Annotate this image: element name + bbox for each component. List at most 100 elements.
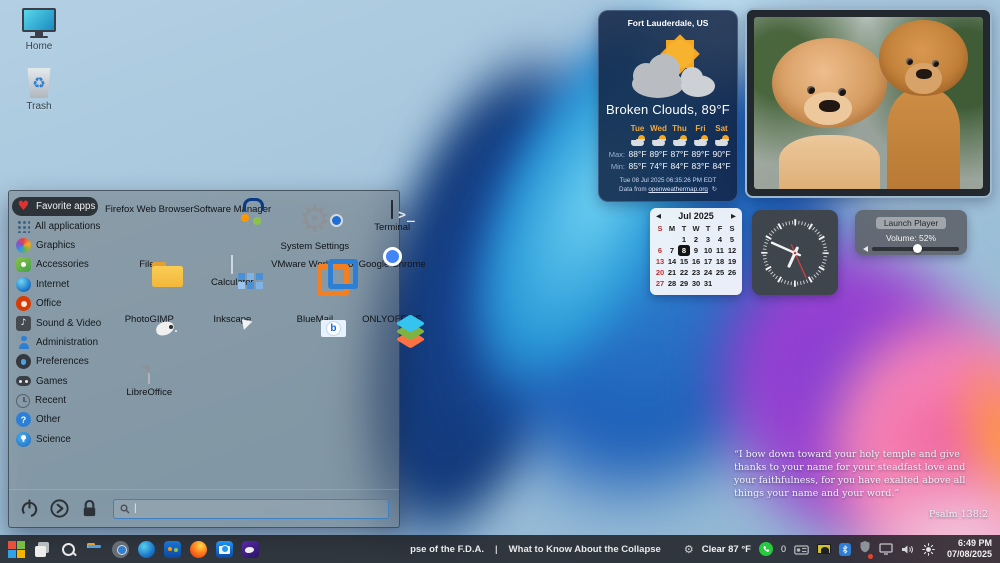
category-science[interactable]: Science: [12, 430, 98, 449]
app-libreoffice[interactable]: LibreOffice: [105, 365, 194, 421]
app-calculator[interactable]: Calculator: [194, 255, 272, 311]
question-icon: ?: [16, 412, 31, 428]
calendar-day[interactable]: [714, 278, 726, 289]
firefox-taskbar-icon[interactable]: [190, 540, 207, 558]
app-onlyoffice[interactable]: ONLYOFFICE: [359, 311, 426, 366]
category-recent[interactable]: Recent: [12, 391, 98, 410]
office-icon: [16, 296, 31, 312]
brightness-icon[interactable]: [922, 542, 935, 556]
news-ticker[interactable]: pse of the F.D.A. | What to Know About t…: [410, 544, 661, 555]
gamepad-icon: [16, 376, 31, 387]
app-bluemail[interactable]: b BlueMail: [271, 311, 358, 366]
calendar-day[interactable]: 16: [690, 256, 702, 267]
category-games[interactable]: Games: [12, 372, 98, 391]
inkscape-taskbar-icon[interactable]: [268, 541, 285, 558]
calendar-day[interactable]: 27: [654, 278, 666, 289]
radio-icon[interactable]: [794, 544, 809, 555]
calendar-day[interactable]: [666, 234, 678, 245]
calendar-day[interactable]: 4: [714, 234, 726, 245]
desktop-icon-trash[interactable]: ♻ Trash: [12, 68, 66, 112]
category-sound-video[interactable]: ♪ Sound & Video: [12, 313, 101, 332]
app-firefox[interactable]: Firefox Web Browser: [105, 201, 194, 256]
calendar-day[interactable]: 11: [714, 245, 726, 256]
calendar-day[interactable]: 28: [666, 278, 678, 289]
calendar-day[interactable]: 5: [726, 234, 738, 245]
volume-slider-thumb[interactable]: [913, 244, 923, 253]
category-administration[interactable]: Administration: [12, 333, 98, 352]
edge-taskbar-icon[interactable]: [138, 540, 155, 558]
restart-button[interactable]: [49, 498, 70, 519]
app-software-manager[interactable]: Software Manager: [194, 201, 272, 256]
volume-icon[interactable]: [901, 544, 914, 555]
calendar-day[interactable]: 2: [690, 234, 702, 245]
calendar-day[interactable]: 26: [726, 267, 738, 278]
refresh-icon[interactable]: ↻: [712, 186, 717, 193]
category-graphics[interactable]: Graphics: [12, 236, 98, 255]
app-vmware[interactable]: VMware Workstation: [271, 256, 358, 311]
settings-taskbar-icon[interactable]: [112, 540, 129, 558]
category-preferences[interactable]: Preferences: [12, 352, 98, 371]
desktop-icon-home[interactable]: Home: [12, 8, 66, 52]
app-inkscape[interactable]: Inkscape: [194, 311, 272, 366]
calendar-day[interactable]: 17: [702, 256, 714, 267]
window-list-icon[interactable]: [34, 541, 51, 558]
category-internet[interactable]: Internet: [12, 275, 98, 294]
photogimp-taskbar-icon[interactable]: [242, 540, 259, 558]
search-icon[interactable]: [60, 541, 77, 558]
calendar-day[interactable]: 31: [702, 278, 714, 289]
category-other[interactable]: ? Other: [12, 410, 98, 429]
calendar-day[interactable]: 14: [666, 256, 678, 267]
software-manager-taskbar-icon[interactable]: [164, 540, 181, 558]
calendar-day[interactable]: [654, 234, 666, 245]
calendar-day[interactable]: 12: [726, 245, 738, 256]
files-taskbar-icon[interactable]: [86, 541, 103, 558]
calendar-day[interactable]: 3: [702, 234, 714, 245]
security-shield-icon[interactable]: [859, 540, 873, 559]
volume-slider[interactable]: [872, 244, 959, 253]
lock-button[interactable]: [79, 498, 100, 519]
calendar-day[interactable]: 7: [666, 245, 678, 256]
calendar-day[interactable]: 13: [654, 256, 666, 267]
calendar-day[interactable]: 30: [690, 278, 702, 289]
calendar-day[interactable]: 20: [654, 267, 666, 278]
calendar-day[interactable]: 18: [714, 256, 726, 267]
calendar-day[interactable]: 1: [678, 234, 690, 245]
calendar-day[interactable]: [726, 278, 738, 289]
calendar-day[interactable]: 29: [678, 278, 690, 289]
calendar-day[interactable]: 19: [726, 256, 738, 267]
app-photogimp[interactable]: PhotoGIMP: [105, 311, 194, 366]
calendar-day[interactable]: 23: [690, 267, 702, 278]
app-chrome[interactable]: Google Chrome: [359, 256, 426, 311]
menu-search-input[interactable]: |: [113, 498, 389, 519]
bluemail-taskbar-icon[interactable]: [216, 540, 233, 558]
category-all-applications[interactable]: All applications: [12, 216, 100, 235]
weather-source-link[interactable]: openweathermap.org: [648, 186, 708, 193]
calendar-day[interactable]: 15: [678, 256, 690, 267]
category-office[interactable]: Office: [12, 294, 98, 313]
calendar-day[interactable]: 6: [654, 245, 666, 256]
calendar-day[interactable]: 10: [702, 245, 714, 256]
calendar-day[interactable]: 21: [666, 267, 678, 278]
app-files[interactable]: Files: [105, 256, 194, 311]
app-system-settings[interactable]: ⚙ System Settings: [271, 201, 358, 256]
tray-weather-status[interactable]: Clear 87 °F: [702, 544, 751, 555]
calendar-day[interactable]: 9: [690, 245, 702, 256]
calendar-day[interactable]: 25: [714, 267, 726, 278]
phone-icon[interactable]: [758, 542, 773, 556]
calendar-day[interactable]: 22: [678, 267, 690, 278]
calendar-prev-icon[interactable]: ◀: [656, 212, 661, 220]
monitor-icon[interactable]: [879, 543, 893, 555]
calendar-day[interactable]: 24: [702, 267, 714, 278]
launch-player-button[interactable]: Launch Player: [875, 217, 947, 229]
display-color-icon[interactable]: [816, 544, 831, 554]
grid-icon: [16, 219, 30, 234]
category-favorite-apps[interactable]: ♥ Favorite apps: [12, 197, 98, 217]
bluetooth-icon[interactable]: [838, 542, 851, 556]
power-button[interactable]: [19, 498, 40, 519]
weather-applet-icon[interactable]: ⚙: [684, 543, 694, 556]
calendar-next-icon[interactable]: ▶: [731, 212, 736, 220]
start-menu-button[interactable]: [8, 540, 25, 558]
category-accessories[interactable]: Accessories: [12, 255, 98, 274]
taskbar-clock[interactable]: 6:49 PM 07/08/2025: [947, 538, 992, 561]
calendar-day-selected[interactable]: 8: [678, 245, 690, 256]
